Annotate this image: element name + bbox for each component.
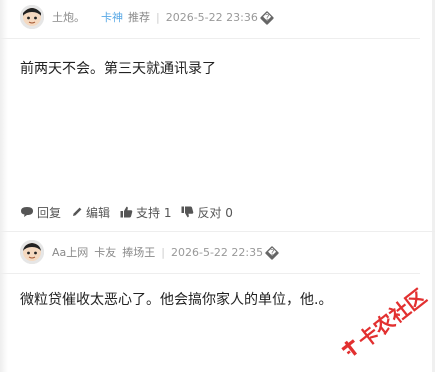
post-meta: Aa上网 卡友 捧场王 | 2026-5-22 22:35 �	[52, 244, 280, 262]
edit-label: 编辑	[86, 205, 111, 220]
avatar[interactable]	[20, 5, 44, 29]
diamond-question-icon: �	[259, 10, 274, 26]
reply-button[interactable]: 回复	[20, 204, 61, 221]
reply-label: 回复	[37, 205, 62, 220]
post-item: Aa上网 卡友 捧场王 | 2026-5-22 22:35 � 微粒贷催收太恶心…	[0, 231, 435, 372]
user-tag: 卡友	[94, 246, 117, 259]
edit-button[interactable]: 编辑	[71, 204, 110, 221]
oppose-button[interactable]: 反对 0	[181, 204, 233, 221]
post-content: 前两天不会。第三天就通讯录了	[20, 61, 216, 77]
reply-bubble-icon	[21, 207, 33, 217]
avatar[interactable]	[20, 240, 44, 264]
header-divider	[0, 38, 420, 39]
post-meta: 土炮。 卡神 推荐 | 2026-5-22 23:36 �	[52, 9, 274, 27]
diamond-question-icon: �	[265, 245, 280, 261]
more-glyph: �	[262, 12, 271, 22]
support-label: 支持 1	[136, 205, 172, 220]
post-time: 2026-5-22 22:35	[170, 246, 264, 259]
post-item: 土炮。 卡神 推荐 | 2026-5-22 23:36 � 前两天不会。第三天就…	[0, 0, 435, 230]
username[interactable]: Aa上网	[52, 244, 88, 262]
thumbs-up-icon	[120, 206, 133, 218]
post-header: Aa上网 卡友 捧场王 | 2026-5-22 22:35 �	[0, 231, 420, 267]
more-glyph: �	[268, 247, 277, 257]
role-badge[interactable]: 卡神	[101, 9, 123, 27]
post-header: 土炮。 卡神 推荐 | 2026-5-22 23:36 �	[0, 0, 420, 36]
support-button[interactable]: 支持 1	[120, 204, 171, 221]
post-actions: 回复 编辑 支持 1 反对 0	[20, 203, 243, 221]
pencil-icon	[73, 207, 82, 216]
meta-separator: |	[161, 246, 165, 259]
user-tag: 捧场王	[122, 246, 156, 259]
header-divider	[0, 273, 420, 274]
thumbs-down-icon	[181, 206, 194, 218]
post-time: 2026-5-22 23:36	[165, 11, 258, 24]
oppose-label: 反对 0	[197, 205, 233, 220]
username[interactable]: 土炮。	[52, 9, 85, 27]
post-content: 微粒贷催收太恶心了。他会搞你家人的单位，他.。	[20, 292, 333, 308]
user-tag: 推荐	[128, 11, 150, 24]
meta-separator: |	[156, 11, 160, 24]
